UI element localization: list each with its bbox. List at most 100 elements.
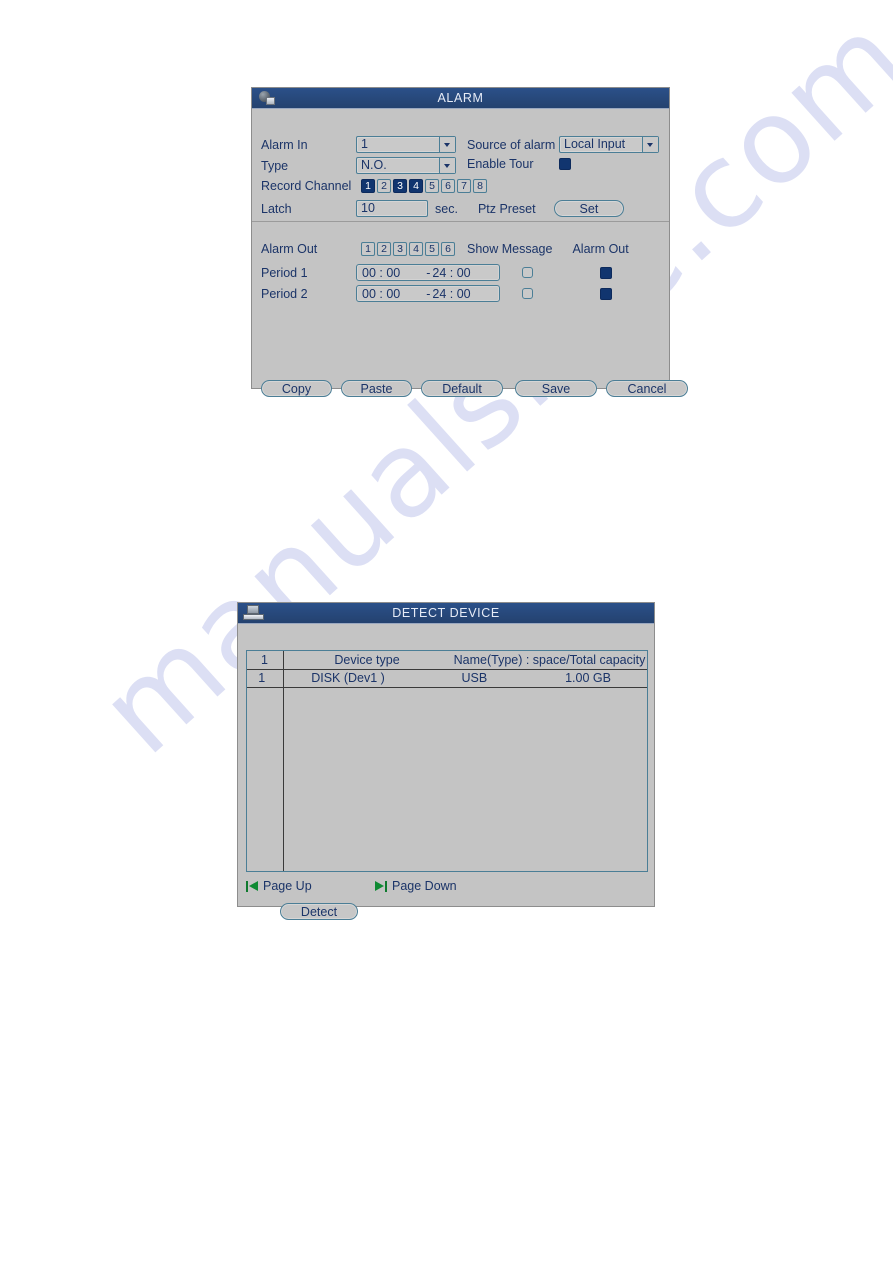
record-channel-chip-1[interactable]: 1	[361, 179, 375, 193]
period-2-start: 00 : 00	[362, 286, 401, 301]
copy-button-label: Copy	[281, 381, 312, 396]
copy-button[interactable]: Copy	[261, 380, 332, 397]
default-button[interactable]: Default	[421, 380, 503, 397]
alarm-in-value: 1	[361, 137, 368, 151]
device-table: 1 Device type Name(Type) : space/Total c…	[246, 650, 648, 872]
period-1-dash: -	[426, 265, 431, 280]
record-channel-label: Record Channel	[261, 179, 352, 193]
row-device-type: DISK (Dev1 )	[311, 671, 385, 685]
record-channel-chips: 12345678	[361, 179, 487, 193]
alarm-out-chips: 123456	[361, 242, 455, 256]
header-device-type: Device type	[334, 653, 400, 667]
record-channel-chip-3[interactable]: 3	[393, 179, 407, 193]
row-source-of-alarm: Source of alarm Local Input	[467, 136, 659, 153]
detect-button[interactable]: Detect	[280, 903, 358, 920]
type-value: N.O.	[361, 158, 387, 172]
alarm-out-chip-4[interactable]: 4	[409, 242, 423, 256]
record-channel-chip-7[interactable]: 7	[457, 179, 471, 193]
chevron-down-icon[interactable]	[439, 158, 455, 173]
record-channel-chip-6[interactable]: 6	[441, 179, 455, 193]
alarm-dialog-title: ALARM	[437, 91, 484, 105]
page-up-icon[interactable]	[246, 880, 258, 892]
period-1-end: 24 : 00	[432, 265, 471, 280]
period-2-end: 24 : 00	[432, 286, 471, 301]
header-index: 1	[261, 653, 268, 667]
alarm-out-label: Alarm Out	[261, 242, 318, 256]
detect-button-label: Detect	[300, 904, 338, 919]
detect-device-dialog: DETECT DEVICE 1 Device type Name(Type) :…	[237, 602, 655, 920]
ptz-preset-set-label: Set	[579, 201, 599, 216]
source-of-alarm-value: Local Input	[564, 137, 626, 151]
period-2-dash: -	[426, 286, 431, 301]
default-button-label: Default	[442, 381, 482, 396]
period-1-alarm-out-checkbox[interactable]	[600, 266, 612, 279]
period-1-start: 00 : 00	[362, 265, 401, 280]
latch-value: 10	[361, 201, 375, 215]
page-up-control[interactable]: Page Up	[246, 879, 312, 893]
row-record-channel: Record Channel 12345678	[261, 179, 487, 193]
latch-input[interactable]: 10	[356, 200, 428, 217]
alarm-in-select[interactable]: 1	[356, 136, 456, 153]
alarm-dialog-body: Alarm In 1 Source of alarm Local Input T…	[252, 109, 688, 397]
row-alarm-out: Alarm Out 123456 Show Message Alarm Out	[261, 242, 629, 256]
page-down-control[interactable]: Page Down	[375, 879, 457, 893]
row-type: Type N.O.	[261, 157, 456, 174]
source-of-alarm-select[interactable]: Local Input	[559, 136, 659, 153]
page-down-label: Page Down	[392, 879, 457, 893]
cancel-button[interactable]: Cancel	[606, 380, 688, 397]
row-period-2: Period 2 00 : 00 - 24 : 00	[261, 285, 612, 302]
alarm-out-chip-2[interactable]: 2	[377, 242, 391, 256]
page-down-icon[interactable]	[375, 880, 387, 892]
detect-device-title: DETECT DEVICE	[392, 606, 500, 620]
period-1-show-message-checkbox[interactable]	[522, 267, 533, 278]
alarm-out-chip-3[interactable]: 3	[393, 242, 407, 256]
chevron-down-icon[interactable]	[439, 137, 455, 152]
row-size: 1.00 GB	[565, 671, 611, 685]
alarm-out-chip-1[interactable]: 1	[361, 242, 375, 256]
save-button[interactable]: Save	[515, 380, 597, 397]
enable-tour-label: Enable Tour	[467, 157, 534, 171]
period-2-label: Period 2	[261, 286, 308, 301]
alarm-in-label: Alarm In	[261, 137, 308, 152]
detect-device-titlebar: DETECT DEVICE	[238, 603, 654, 624]
alarm-dialog-button-bar: Copy Paste Default Save Cancel	[261, 380, 688, 397]
ptz-preset-set-button[interactable]: Set	[553, 200, 624, 217]
detect-device-body: 1 Device type Name(Type) : space/Total c…	[238, 624, 654, 920]
save-button-label: Save	[541, 381, 571, 396]
table-header-row: 1 Device type Name(Type) : space/Total c…	[247, 651, 647, 670]
row-index: 1	[258, 671, 266, 685]
paste-button-label: Paste	[360, 381, 393, 396]
row-name: USB	[461, 671, 488, 685]
record-channel-chip-5[interactable]: 5	[425, 179, 439, 193]
alarm-out-chip-6[interactable]: 6	[441, 242, 455, 256]
alarm-dialog-titlebar: ALARM	[252, 88, 669, 109]
alarm-out-chip-5[interactable]: 5	[425, 242, 439, 256]
table-row[interactable]: 1 DISK (Dev1 ) USB 1.00 GB	[247, 669, 647, 688]
record-channel-chip-4[interactable]: 4	[409, 179, 423, 193]
period-1-label: Period 1	[261, 265, 308, 280]
cancel-button-label: Cancel	[627, 381, 667, 396]
row-alarm-in: Alarm In 1	[261, 136, 456, 153]
period-2-show-message-checkbox[interactable]	[522, 288, 533, 299]
enable-tour-checkbox[interactable]	[559, 158, 571, 170]
page-up-label: Page Up	[263, 879, 312, 893]
latch-label: Latch	[261, 201, 292, 216]
period-2-alarm-out-checkbox[interactable]	[600, 287, 612, 300]
chevron-down-icon[interactable]	[642, 137, 658, 152]
alarm-out-header: Alarm Out	[572, 242, 629, 256]
source-of-alarm-label: Source of alarm	[467, 137, 556, 152]
alarm-dialog: ALARM Alarm In 1 Source of alarm Local I…	[251, 87, 688, 397]
type-select[interactable]: N.O.	[356, 157, 456, 174]
row-period-1: Period 1 00 : 00 - 24 : 00	[261, 264, 612, 281]
period-1-time-range[interactable]: 00 : 00 - 24 : 00	[356, 264, 500, 281]
row-enable-tour: Enable Tour	[467, 157, 571, 171]
record-channel-chip-8[interactable]: 8	[473, 179, 487, 193]
show-message-header: Show Message	[467, 242, 553, 256]
type-label: Type	[261, 158, 289, 173]
record-channel-chip-2[interactable]: 2	[377, 179, 391, 193]
latch-unit-label: sec.	[435, 201, 458, 216]
header-capacity: Name(Type) : space/Total capacity	[453, 653, 646, 667]
section-divider	[252, 221, 669, 222]
period-2-time-range[interactable]: 00 : 00 - 24 : 00	[356, 285, 500, 302]
paste-button[interactable]: Paste	[341, 380, 412, 397]
